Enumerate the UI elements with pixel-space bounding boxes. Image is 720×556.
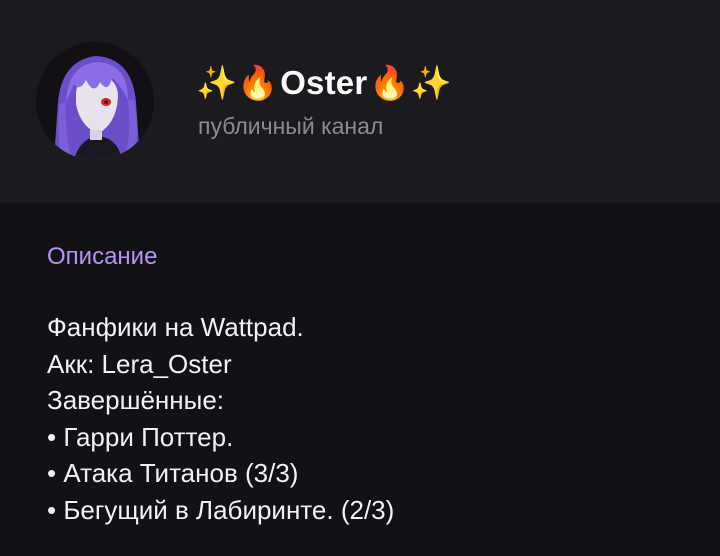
fire-sparkle-icon: 🔥✨	[369, 63, 452, 101]
description-line: Завершённые:	[47, 385, 225, 415]
sparkle-fire-icon: ✨🔥	[196, 63, 279, 101]
channel-name: Oster	[280, 64, 368, 101]
description-text[interactable]: Фанфики на Wattpad. Акк: Lera_Oster Заве…	[47, 309, 697, 528]
anime-avatar-icon	[36, 42, 154, 160]
channel-avatar[interactable]	[36, 42, 154, 160]
description-line: • Атака Титанов (3/3)	[47, 458, 299, 488]
description-line: • Гарри Поттер.	[47, 421, 234, 452]
channel-header: ✨🔥 Oster 🔥✨ публичный канал	[0, 0, 720, 203]
description-heading: Описание	[47, 243, 158, 270]
description-line: Акк: Lera_Oster	[47, 348, 232, 379]
channel-title: ✨🔥 Oster 🔥✨	[196, 58, 452, 108]
channel-type-label: публичный канал	[198, 113, 384, 139]
description-line: Фанфики на Wattpad.	[47, 312, 304, 342]
description-line: • Бегущий в Лабиринте. (2/3)	[47, 494, 395, 525]
